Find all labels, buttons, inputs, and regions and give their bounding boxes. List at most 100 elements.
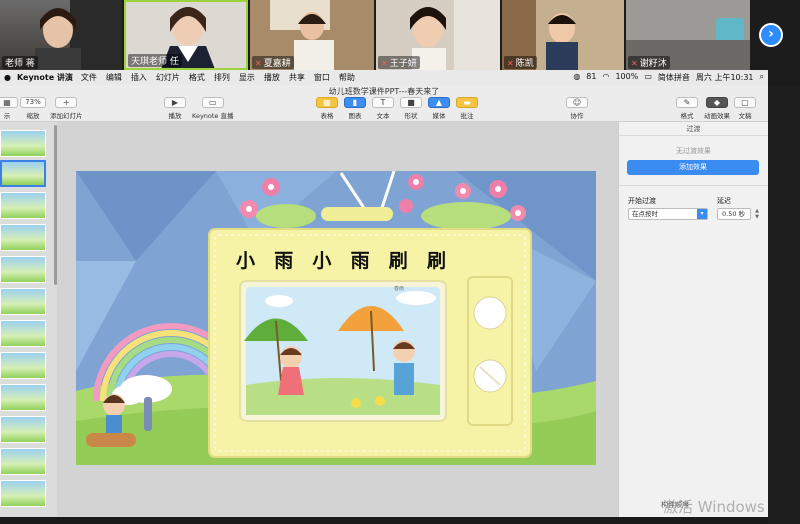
animate-inspector: 过渡 无过渡效果 添加效果 开始过渡 延迟 在点按时 ▾ 0.50 秒 ▲ ▼ 构件… xyxy=(618,122,769,517)
menu-arrange[interactable]: 排列 xyxy=(214,72,230,83)
menu-play[interactable]: 播放 xyxy=(264,72,280,83)
slide-thumbnail[interactable] xyxy=(0,192,46,219)
wifi-icon[interactable]: ◠ xyxy=(602,72,609,83)
mic-muted-icon: ✕ xyxy=(381,59,388,68)
comment-icon: ▬ xyxy=(456,97,478,108)
play-button[interactable]: ▶ 播放 xyxy=(164,97,186,120)
no-effect-label: 无过渡效果 xyxy=(676,147,711,155)
slide-thumbnail[interactable] xyxy=(0,160,46,187)
keynote-live-button[interactable]: ▭ Keynote 直播 xyxy=(192,97,234,120)
slide-title[interactable]: 小 雨 小 雨 刷 刷 xyxy=(236,246,446,273)
zoom-select[interactable]: 73% 缩放 xyxy=(20,97,46,120)
slide-navigator xyxy=(0,122,57,517)
menu-edit[interactable]: 编辑 xyxy=(106,72,122,83)
input-method[interactable]: 简体拼音 xyxy=(658,72,690,83)
mic-muted-icon: ✕ xyxy=(631,59,638,68)
live-icon: ▭ xyxy=(201,97,224,108)
battery-icon[interactable]: ▭ xyxy=(644,72,652,83)
animate-icon: ◆ xyxy=(706,97,728,108)
slide-thumbnail[interactable] xyxy=(0,320,46,347)
shape-button[interactable]: ■ 形状 xyxy=(400,97,422,120)
menu-view[interactable]: 显示 xyxy=(239,72,255,83)
delay-field[interactable]: 0.50 秒 xyxy=(717,208,751,220)
animate-button[interactable]: ◆ 动画效果 xyxy=(704,97,730,120)
collaborate-button[interactable]: ☺ 协作 xyxy=(566,97,588,120)
slide-thumbnail[interactable] xyxy=(0,416,46,443)
table-button[interactable]: ▦ 表格 xyxy=(316,97,338,120)
next-page-button[interactable]: › xyxy=(759,23,783,47)
plus-icon: + xyxy=(55,97,78,108)
mic-muted-icon: ✕ xyxy=(255,59,262,68)
transition-tab[interactable]: 过渡 xyxy=(619,122,768,136)
delay-label: 延迟 xyxy=(717,197,731,205)
video-tile-5[interactable]: ✕ 陈凯 xyxy=(502,0,624,70)
slide-canvas[interactable]: 小 雨 小 雨 刷 刷 春雨 xyxy=(57,122,618,517)
chart-icon: ▮ xyxy=(344,97,366,108)
apple-icon[interactable]: ● xyxy=(4,73,11,82)
right-margin xyxy=(768,85,800,524)
slide-thumbnail[interactable] xyxy=(0,352,46,379)
mic-muted-icon: ✕ xyxy=(507,59,514,68)
menu-slide[interactable]: 幻灯片 xyxy=(156,72,180,83)
add-effect-button[interactable]: 添加效果 xyxy=(627,160,759,175)
title-char: 刷 xyxy=(426,250,446,272)
start-transition-select[interactable]: 在点按时 ▾ xyxy=(628,208,708,220)
document-icon: ▢ xyxy=(734,97,756,108)
document-button[interactable]: ▢ 文稿 xyxy=(734,97,756,120)
play-icon: ▶ xyxy=(164,97,186,108)
app-menu[interactable]: Keynote 讲演 xyxy=(17,72,73,83)
slide-artwork xyxy=(76,171,596,465)
windows-watermark: 激活 Windows xyxy=(663,498,765,516)
media-icon: ▲ xyxy=(428,97,450,108)
add-slide-button[interactable]: + 添加幻灯片 xyxy=(50,97,83,120)
video-tile-2[interactable]: 天琪老师 任 xyxy=(124,0,248,70)
chevron-down-icon: ▾ xyxy=(697,209,707,219)
current-slide[interactable]: 小 雨 小 雨 刷 刷 春雨 xyxy=(76,171,596,465)
menu-insert[interactable]: 插入 xyxy=(131,72,147,83)
title-char: 刷 xyxy=(388,250,408,272)
video-tile-3[interactable]: ✕ 夏嘉耕 xyxy=(250,0,374,70)
battery-level: 100% xyxy=(615,72,639,81)
title-char: 雨 xyxy=(350,250,370,272)
picture-caption: 春雨 xyxy=(394,286,405,292)
menu-share[interactable]: 共享 xyxy=(289,72,305,83)
format-button[interactable]: ✎ 格式 xyxy=(676,97,698,120)
wechat-icon[interactable]: ◍ xyxy=(573,72,580,83)
title-char: 小 xyxy=(236,250,256,272)
slide-thumbnail[interactable] xyxy=(0,224,46,251)
clock[interactable]: 周六 上午10:31 xyxy=(696,72,754,83)
menu-format[interactable]: 格式 xyxy=(189,72,205,83)
view-button[interactable]: ▦ 示 xyxy=(0,97,18,120)
slide-thumbnail[interactable] xyxy=(0,384,46,411)
status-area: ◍ 81 ◠ 100% ▭ 简体拼音 周六 上午10:31 ⌕ xyxy=(573,72,768,83)
participant-name: ✕ 王子妍 xyxy=(378,56,420,69)
media-button[interactable]: ▲ 媒体 xyxy=(428,97,450,120)
participant-name: ✕ 谢籽沐 xyxy=(628,56,670,69)
video-tile-4[interactable]: ✕ 王子妍 xyxy=(376,0,500,70)
keynote-toolbar: 幼儿班数学课件PPT---春天来了 ▦ 示 73% 缩放 + 添加幻灯片 ▶ 播放 ▭ K… xyxy=(0,85,768,122)
video-tile-1[interactable]: 老师 蒋 xyxy=(0,0,122,70)
video-tile-6[interactable]: ✕ 谢籽沐 xyxy=(626,0,750,70)
slide-thumbnail[interactable] xyxy=(0,130,46,157)
delay-stepper[interactable]: ▲ ▼ xyxy=(753,208,761,220)
menu-window[interactable]: 窗口 xyxy=(314,72,330,83)
slide-thumbnail[interactable] xyxy=(0,256,46,283)
search-icon[interactable]: ⌕ xyxy=(760,72,764,83)
slide-thumbnail[interactable] xyxy=(0,288,46,315)
chart-button[interactable]: ▮ 图表 xyxy=(344,97,366,120)
slide-thumbnail[interactable] xyxy=(0,448,46,475)
menu-file[interactable]: 文件 xyxy=(81,72,97,83)
participant-name: ✕ 夏嘉耕 xyxy=(252,56,294,69)
brush-icon: ✎ xyxy=(676,97,698,108)
text-button[interactable]: T 文本 xyxy=(372,97,394,120)
menu-bar: ● Keynote 讲演 文件 编辑 插入 幻灯片 格式 排列 显示 播放 共享… xyxy=(0,70,768,85)
notification-count: 81 xyxy=(586,72,597,81)
slide-thumbnail[interactable] xyxy=(0,480,46,507)
divider xyxy=(619,185,769,186)
video-strip: 老师 蒋 天琪老师 任 ✕ 夏嘉耕 ✕ 王子妍 ✕ 陈凯 ✕ 谢籽沐 › xyxy=(0,0,800,70)
title-char: 小 xyxy=(312,250,332,272)
title-char: 雨 xyxy=(274,250,294,272)
comment-button[interactable]: ▬ 批注 xyxy=(456,97,478,120)
menu-help[interactable]: 帮助 xyxy=(339,72,355,83)
bottom-bar xyxy=(0,517,768,524)
